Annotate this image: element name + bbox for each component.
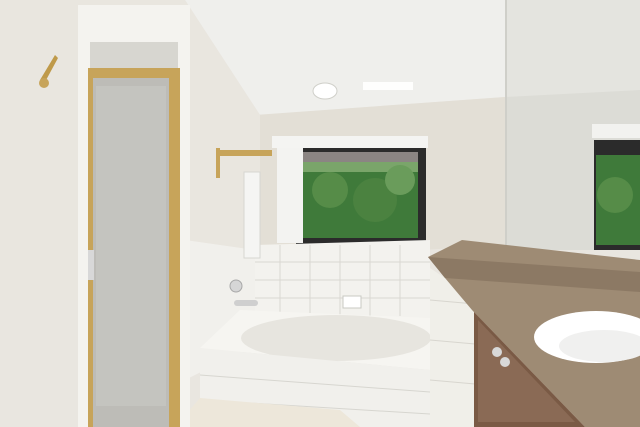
- ceiling-light: [312, 82, 338, 100]
- soap-dish: [342, 295, 362, 309]
- hand-towel: [243, 171, 261, 259]
- tub-spout: [234, 300, 258, 306]
- shower-door-handle: [88, 250, 94, 280]
- tub-valve: [229, 279, 243, 293]
- bathroom-photo: [0, 0, 640, 427]
- towel-shelf: [220, 150, 272, 156]
- cabinet-knob: [492, 347, 502, 357]
- window-curtain: [277, 148, 303, 243]
